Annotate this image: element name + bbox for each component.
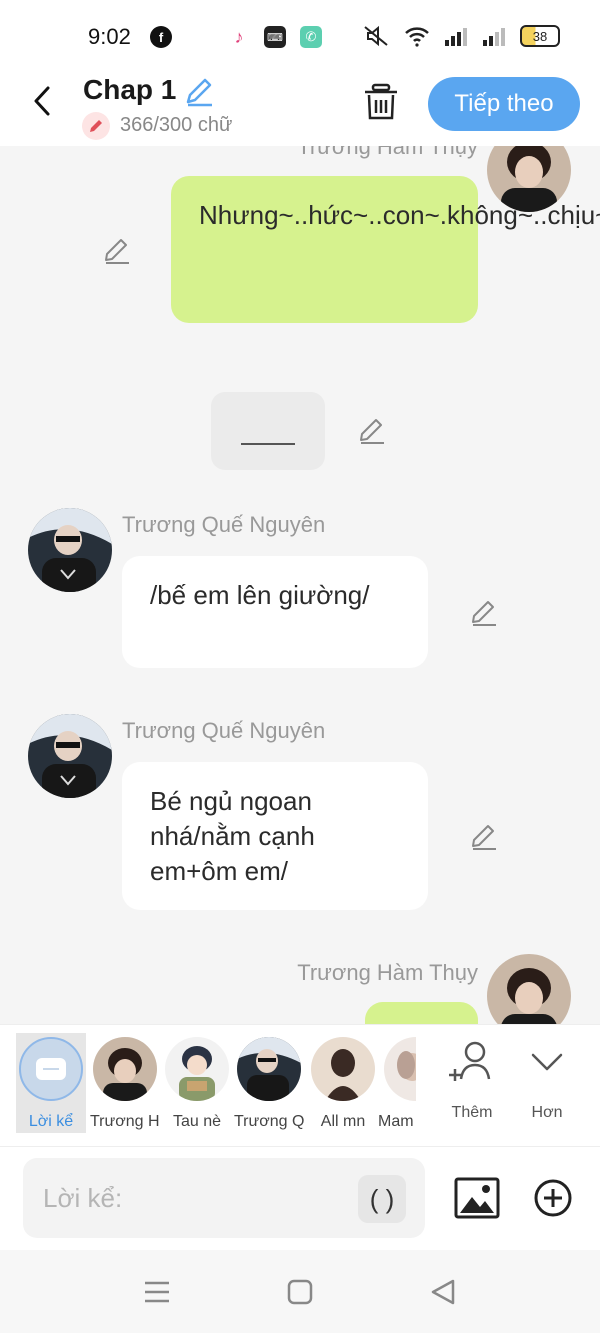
phone-app-icon: ✆ [300, 26, 322, 48]
edit-message-icon[interactable] [102, 235, 132, 265]
mute-icon [364, 25, 388, 47]
word-count: 366/300 chữ [120, 114, 233, 136]
editor-header: Chap 1 366/300 chữ Tiếp theo [0, 72, 600, 146]
edit-message-icon[interactable] [469, 821, 499, 851]
chapter-title[interactable]: Chap 1 [83, 74, 176, 106]
more-button[interactable]: Hơn [512, 1039, 582, 1122]
signal-icon-2 [483, 28, 505, 46]
avatar[interactable] [28, 508, 112, 592]
sender-name: Trương Hàm Thụy [297, 960, 478, 985]
message-input-box: ( ) [23, 1158, 425, 1238]
signal-icon-1 [445, 28, 467, 46]
add-circle-icon[interactable] [533, 1178, 573, 1218]
avatar [311, 1037, 375, 1101]
avatar [93, 1037, 157, 1101]
sender-name: Trương Hàm Thụy [297, 146, 478, 159]
wifi-icon [405, 27, 429, 47]
system-icons: 38 [362, 24, 560, 48]
message-bubble[interactable]: /bế em lên giường/ [122, 556, 428, 668]
avatar[interactable] [28, 714, 112, 798]
avatar [384, 1037, 416, 1101]
character-truong-ham-thuy[interactable]: Trương H... [90, 1033, 160, 1131]
chat-area[interactable]: Trương Hàm Thụy Nhưng~..hức~..con~.không… [0, 146, 600, 1024]
back-arrow-icon[interactable] [26, 84, 60, 118]
message-bubble[interactable]: Nhưng~..hức~..con~.không~..chịu~..được~.… [171, 176, 600, 323]
character-truong-que-nguyen[interactable]: Trương Q... [234, 1033, 304, 1131]
message-bubble[interactable] [365, 1002, 478, 1024]
avatar[interactable] [487, 954, 571, 1024]
narration-bubble[interactable] [211, 392, 325, 470]
battery-indicator: 38 [520, 25, 560, 47]
avatar [237, 1037, 301, 1101]
add-person-icon [449, 1041, 491, 1081]
status-time: 9:02 [88, 24, 131, 49]
message-bubble[interactable]: Bé ngủ ngoan nhá/nằm cạnh em+ôm em/ [122, 762, 428, 910]
sender-name: Trương Quế Nguyên [122, 512, 326, 537]
next-button[interactable]: Tiếp theo [428, 77, 580, 131]
message-input[interactable] [43, 1176, 343, 1220]
trash-icon[interactable] [362, 82, 400, 122]
add-character-label: Thêm [451, 1104, 493, 1121]
home-icon[interactable] [286, 1278, 314, 1306]
character-selector: Lời kể Trương H... Tau nè Trương Q... Al… [0, 1024, 600, 1146]
character-mam[interactable]: Mam [374, 1033, 416, 1131]
word-count-pencil-icon [82, 112, 110, 140]
system-nav-bar [0, 1250, 600, 1333]
sender-name: Trương Quế Nguyên [122, 718, 326, 743]
tiktok-icon: ♪ [228, 26, 250, 48]
back-triangle-icon[interactable] [429, 1278, 457, 1306]
notification-icons: f ♪ ⌨ ✆ [150, 26, 322, 48]
chevron-down-icon [531, 1053, 563, 1071]
status-bar: 9:02 f ♪ ⌨ ✆ 38 [0, 0, 600, 72]
edit-message-icon[interactable] [357, 415, 387, 445]
input-bar: ( ) [0, 1146, 600, 1250]
image-icon[interactable] [454, 1175, 500, 1221]
parenthesis-button[interactable]: ( ) [358, 1175, 406, 1223]
character-all-mn[interactable]: All mn [308, 1033, 378, 1131]
facebook-icon: f [150, 26, 172, 48]
character-tau-ne[interactable]: Tau nè [162, 1033, 232, 1131]
avatar [165, 1037, 229, 1101]
keyboard-icon: ⌨ [264, 26, 286, 48]
character-narration[interactable]: Lời kể [16, 1033, 86, 1133]
menu-icon[interactable] [143, 1278, 171, 1306]
narration-placeholder-line [241, 443, 295, 445]
edit-title-pencil-icon[interactable] [182, 74, 216, 108]
narration-icon [19, 1037, 83, 1101]
add-character-button[interactable]: Thêm [437, 1039, 507, 1122]
edit-message-icon[interactable] [469, 597, 499, 627]
more-label: Hơn [531, 1104, 563, 1121]
